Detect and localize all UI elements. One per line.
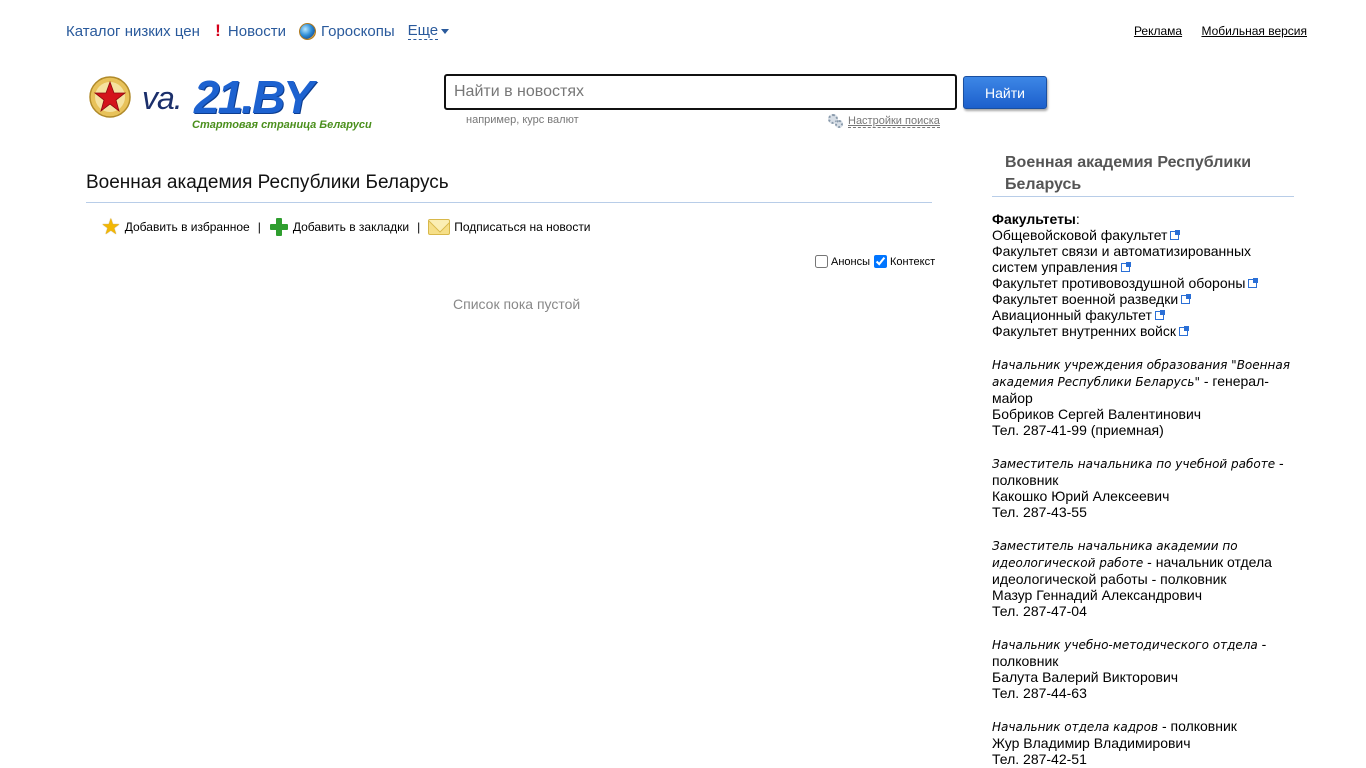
announcements-filter[interactable]: Анонсы — [815, 255, 870, 268]
separator: | — [257, 220, 261, 234]
filters: Анонсы Контекст — [811, 255, 935, 268]
star-icon: ★ — [101, 214, 121, 239]
contact-block: Начальник учебно-методического отдела - … — [992, 636, 1294, 701]
nav-horoscopes-link[interactable]: Гороскопы — [298, 22, 395, 40]
search-button[interactable]: Найти — [963, 76, 1047, 109]
add-to-favorites-link[interactable]: ★ Добавить в избранное — [101, 214, 250, 239]
subscribe-news-label: Подписаться на новости — [454, 220, 591, 234]
nav-horoscopes-label: Гороскопы — [320, 22, 395, 40]
contact-phone: Тел. 287-47-04 — [992, 603, 1087, 619]
logo-brand: 21.BY — [194, 71, 314, 123]
contact-name: Балута Валерий Викторович — [992, 669, 1179, 685]
empty-list-message: Список пока пустой — [453, 296, 581, 312]
search-settings-link[interactable]: Настройки поиска — [828, 114, 940, 128]
context-checkbox[interactable] — [874, 255, 888, 268]
add-to-bookmarks-link[interactable]: Добавить в закладки — [269, 217, 409, 237]
context-label: Контекст — [890, 255, 936, 268]
external-link-icon — [1154, 310, 1165, 320]
contact-position: Начальник учебно-методического отдела — [992, 638, 1258, 652]
faculty-item[interactable]: Факультет внутренних войск — [992, 323, 1294, 339]
external-link-icon — [1170, 230, 1181, 240]
contact-phone: Тел. 287-41-99 (приемная) — [992, 422, 1164, 438]
external-link-icon — [1179, 326, 1189, 336]
context-filter[interactable]: Контекст — [874, 255, 935, 268]
caret-down-icon — [441, 28, 450, 34]
ads-link[interactable]: Реклама — [1134, 24, 1182, 38]
action-bar: ★ Добавить в избранное | Добавить в закл… — [101, 214, 591, 239]
contact-name: Какошко Юрий Алексеевич — [992, 488, 1170, 504]
nav-more-label: Еще — [407, 21, 439, 40]
add-to-bookmarks-label: Добавить в закладки — [292, 220, 410, 234]
nav-catalog-link[interactable]: Каталог низких цен — [66, 23, 200, 40]
top-navigation: Каталог низких цен ! Новости Гороскопы Е… — [66, 21, 450, 41]
site-logo[interactable]: va. 21.BY Стартовая страница Беларуси — [88, 74, 408, 136]
external-link-icon — [1248, 278, 1259, 288]
gears-icon — [828, 114, 844, 128]
contact-phone: Тел. 287-43-55 — [992, 504, 1087, 520]
faculty-item[interactable]: Факультет противовоздушной обороны — [992, 275, 1294, 291]
contact-position: Заместитель начальника по учебной работе — [992, 457, 1276, 471]
top-links: Реклама Мобильная версия — [1118, 24, 1307, 38]
contact-phone: Тел. 287-42-51 — [992, 751, 1087, 767]
globe-icon — [298, 22, 316, 40]
logo-tagline: Стартовая страница Беларуси — [192, 119, 372, 131]
envelope-icon — [428, 219, 451, 235]
contact-block: Начальник отдела кадров - полковник Жур … — [992, 718, 1294, 767]
search-hint: например, курс валют — [466, 114, 579, 126]
contact-block: Заместитель начальника по учебной работе… — [992, 455, 1294, 520]
faculty-item[interactable]: Факультет военной разведки — [992, 291, 1294, 307]
star-emblem-icon — [89, 76, 131, 118]
add-to-favorites-label: Добавить в избранное — [124, 220, 250, 234]
nav-catalog-label: Каталог низких цен — [66, 22, 200, 40]
contact-rank: - полковник — [1158, 718, 1237, 734]
sidebar-divider — [992, 196, 1294, 197]
contact-name: Мазур Геннадий Александрович — [992, 587, 1202, 603]
nav-news-link[interactable]: ! Новости — [213, 21, 286, 41]
sidebar: Военная академия Республики Беларусь Фак… — [992, 152, 1294, 767]
subscribe-news-link[interactable]: Подписаться на новости — [428, 219, 591, 235]
nav-news-label: Новости — [227, 22, 286, 40]
contact-position: Начальник отдела кадров — [992, 720, 1159, 734]
title-divider — [86, 202, 932, 203]
exclamation-icon: ! — [215, 21, 221, 40]
search-input[interactable] — [444, 74, 957, 110]
external-link-icon — [1181, 294, 1192, 304]
faculty-item[interactable]: Факультет связи и автоматизированных сис… — [992, 243, 1294, 275]
sidebar-title: Военная академия Республики Беларусь — [1005, 154, 1252, 193]
announcements-label: Анонсы — [831, 255, 871, 268]
page-title: Военная академия Республики Беларусь — [86, 172, 449, 193]
external-link-icon — [1120, 262, 1131, 272]
nav-more-dropdown[interactable]: Еще — [407, 21, 450, 40]
faculties-heading: Факультеты — [992, 211, 1076, 227]
contact-phone: Тел. 287-44-63 — [992, 685, 1087, 701]
logo-prefix: va. — [142, 80, 183, 116]
contact-block: Начальник учреждения образования "Военна… — [992, 356, 1294, 438]
faculty-item[interactable]: Общевойсковой факультет — [992, 227, 1294, 243]
search-settings-label: Настройки поиска — [848, 114, 940, 128]
separator: | — [417, 220, 421, 234]
faculty-item[interactable]: Авиационный факультет — [992, 307, 1294, 323]
contact-block: Заместитель начальника академии по идеол… — [992, 537, 1294, 619]
plus-icon — [269, 217, 289, 237]
faculties-block: Факультеты: Общевойсковой факультет Факу… — [992, 211, 1294, 339]
mobile-version-link[interactable]: Мобильная версия — [1201, 24, 1307, 38]
announcements-checkbox[interactable] — [815, 255, 828, 268]
contact-name: Бобриков Сергей Валентинович — [992, 406, 1202, 422]
contact-name: Жур Владимир Владимирович — [992, 735, 1191, 751]
